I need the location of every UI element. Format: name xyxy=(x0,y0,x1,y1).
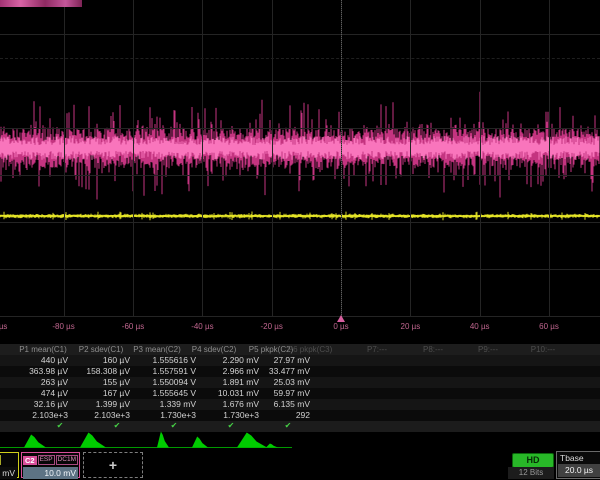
adc-bits-label: 12 Bits xyxy=(508,467,554,479)
time-axis-label: 40 µs xyxy=(470,322,490,331)
measure-value: 1.730e+3 xyxy=(132,410,196,420)
measure-value: 33.477 mV xyxy=(246,366,310,376)
measure-value-row: 263 µV155 µV1.550094 V1.891 mV25.03 mV xyxy=(0,377,600,388)
measure-param-header[interactable]: P7:--- xyxy=(367,345,387,354)
measure-value: 32.16 µV xyxy=(4,399,68,409)
measure-value: 25.03 mV xyxy=(246,377,310,387)
gridline-horizontal xyxy=(0,34,600,35)
measure-value: 1.555616 V xyxy=(132,355,196,365)
measure-value: 363.98 µV xyxy=(4,366,68,376)
measure-param-header[interactable]: P8:--- xyxy=(423,345,443,354)
gridline-horizontal xyxy=(0,128,600,129)
status-check-icon: ✔ xyxy=(285,421,292,430)
measure-value-row: 474 µV167 µV1.555645 V10.031 mV59.97 mV xyxy=(0,388,600,399)
measure-param-header[interactable]: P4 sdev(C2) xyxy=(192,345,236,354)
status-check-icon: ✔ xyxy=(57,421,64,430)
trigger-marker-icon[interactable] xyxy=(337,315,345,322)
measure-value: 167 µV xyxy=(66,388,130,398)
time-axis-label: -80 µs xyxy=(52,322,74,331)
clipped-top-left-label xyxy=(0,0,82,7)
c2-vertical-scale: 10.0 mV xyxy=(23,467,78,479)
measure-value-row: 2.103e+32.103e+31.730e+31.730e+3292 xyxy=(0,410,600,421)
measure-value: 6.135 mV xyxy=(246,399,310,409)
trigger-position-line xyxy=(341,0,342,317)
measurement-histicons xyxy=(0,431,600,450)
histicon-graph xyxy=(0,431,600,450)
timebase-title: Tbase xyxy=(557,452,600,464)
gridline-horizontal xyxy=(0,269,600,270)
measure-value-row: 440 µV160 µV1.555616 V2.290 mV27.97 mV xyxy=(0,355,600,366)
measure-value: 1.339 mV xyxy=(132,399,196,409)
time-axis-label: 20 µs xyxy=(401,322,421,331)
gridline-minor-ticks xyxy=(0,58,600,59)
measure-value: 155 µV xyxy=(66,377,130,387)
measure-value: 160 µV xyxy=(66,355,130,365)
c1-trace-fuzz xyxy=(0,212,599,221)
measure-value: 59.97 mV xyxy=(246,388,310,398)
gridline-horizontal xyxy=(0,222,600,223)
hd-mode-badge[interactable]: HD xyxy=(512,453,554,468)
c1-coupling-badge: DC1M xyxy=(0,455,1,465)
time-axis-label: 60 µs xyxy=(539,322,559,331)
measure-value-row: 32.16 µV1.399 µV1.339 mV1.676 mV6.135 mV xyxy=(0,399,600,410)
time-axis-label: -100 µs xyxy=(0,322,7,331)
measure-value: 263 µV xyxy=(4,377,68,387)
measure-value: 27.97 mV xyxy=(246,355,310,365)
measure-value: 2.103e+3 xyxy=(66,410,130,420)
time-axis-label: -20 µs xyxy=(260,322,282,331)
measure-value: 1.399 µV xyxy=(66,399,130,409)
timebase-per-div: 20.0 µs xyxy=(558,464,600,477)
measure-param-header[interactable]: P10:--- xyxy=(531,345,555,354)
histicon-peak xyxy=(157,432,169,448)
measure-param-header[interactable]: P5 pkpk(C2) xyxy=(249,345,293,354)
measure-value: 1.550094 V xyxy=(132,377,196,387)
time-axis-label: -40 µs xyxy=(191,322,213,331)
measure-value: 474 µV xyxy=(4,388,68,398)
measure-value: 2.103e+3 xyxy=(4,410,68,420)
measure-value: 292 xyxy=(246,410,310,420)
c1-vertical-scale: 10.0 mV xyxy=(0,467,17,479)
histicon-peak xyxy=(237,433,267,448)
histicon-peak xyxy=(24,435,46,448)
timebase-descriptor[interactable]: Tbase 20.0 µs xyxy=(556,451,600,479)
c2-esp-badge: ESP xyxy=(38,455,55,465)
measure-value: 440 µV xyxy=(4,355,68,365)
measure-param-header[interactable]: P6 pkpk(C3) xyxy=(288,345,332,354)
measure-value-row: 363.98 µV158.308 µV1.557591 V2.966 mV33.… xyxy=(0,366,600,377)
measure-param-header[interactable]: P3 mean(C2) xyxy=(133,345,181,354)
oscilloscope-screen: -100 µs -80 µs -60 µs -40 µs -20 µs 0 µs 20 µs… xyxy=(0,0,600,480)
gridline-horizontal xyxy=(0,81,600,82)
gridline-horizontal xyxy=(0,175,600,176)
c2-coupling-badge: DC1M xyxy=(56,455,78,465)
histicon-peak xyxy=(266,444,278,448)
measure-param-header[interactable]: P9:--- xyxy=(478,345,498,354)
status-check-icon: ✔ xyxy=(114,421,121,430)
time-axis-label: -60 µs xyxy=(122,322,144,331)
measure-value: 1.555645 V xyxy=(132,388,196,398)
channel-c1-descriptor[interactable]: C1 DC1M 10.0 mV xyxy=(0,452,19,478)
c2-label: C2 xyxy=(23,456,37,465)
time-axis-label: 0 µs xyxy=(333,322,348,331)
add-channel-button[interactable]: + xyxy=(83,452,143,478)
status-check-icon: ✔ xyxy=(171,421,178,430)
histicon-peak xyxy=(192,437,208,448)
bottom-bar: C1 DC1M 10.0 mV C2 ESP DC1M 10.0 mV + HD… xyxy=(0,450,600,480)
measurement-table: P1 mean(C1) P2 sdev(C1) P3 mean(C2) P4 sdev… xyxy=(0,343,600,431)
channel-c2-descriptor[interactable]: C2 ESP DC1M 10.0 mV xyxy=(21,452,80,478)
status-check-icon: ✔ xyxy=(228,421,235,430)
measure-value: 1.557591 V xyxy=(132,366,196,376)
measure-value: 158.308 µV xyxy=(66,366,130,376)
waveform-grid xyxy=(0,0,600,317)
measure-header-row: P1 mean(C1) P2 sdev(C1) P3 mean(C2) P4 sdev… xyxy=(0,344,600,355)
histicon-peak xyxy=(80,433,106,448)
measure-param-header[interactable]: P1 mean(C1) xyxy=(19,345,67,354)
time-axis: -100 µs -80 µs -60 µs -40 µs -20 µs 0 µs 20 µs… xyxy=(0,317,600,343)
measure-param-header[interactable]: P2 sdev(C1) xyxy=(79,345,123,354)
